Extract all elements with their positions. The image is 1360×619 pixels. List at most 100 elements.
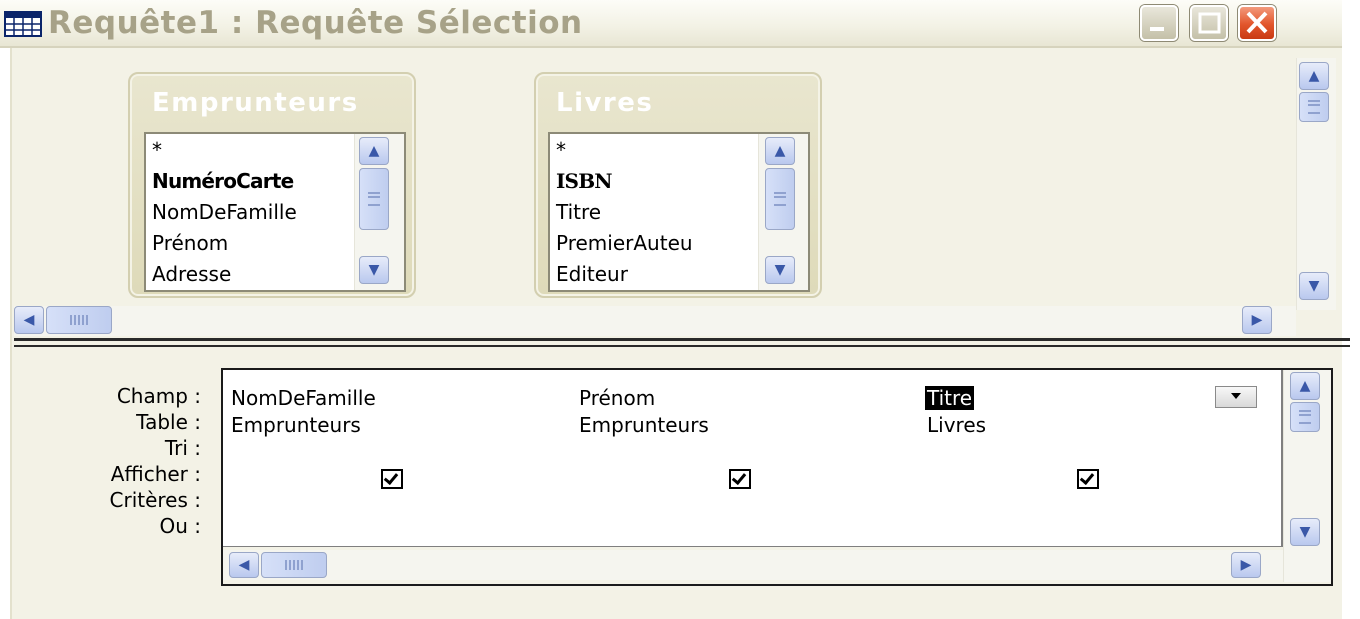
grid-cell-field-selected[interactable]: Titre (919, 384, 1269, 412)
field-list[interactable]: * NuméroCarte NomDeFamille Prénom Adress… (144, 132, 406, 292)
grid-cell-or[interactable] (223, 519, 573, 547)
grid-cell-sort[interactable] (919, 438, 1269, 466)
grip-icon (774, 192, 786, 206)
grid-cell-criteria[interactable] (223, 492, 573, 520)
field-list-scrollbar[interactable]: ▲ ▼ (354, 134, 404, 290)
chevron-up-icon: ▲ (1299, 378, 1311, 394)
scroll-thumb[interactable] (261, 552, 327, 578)
chevron-left-icon: ◀ (238, 557, 250, 573)
query-design-grid[interactable]: NomDeFamille Emprunteurs Prénom Emprunte… (221, 368, 1333, 586)
scroll-right-button[interactable]: ▶ (1242, 306, 1272, 334)
row-label-table: Table : (136, 410, 201, 434)
field-item[interactable]: * (556, 138, 566, 162)
query-window-icon (4, 11, 42, 37)
row-label-tri: Tri : (164, 436, 201, 460)
title-bar[interactable]: Requête1 : Requête Sélection (0, 0, 1342, 48)
field-list-scrollbar[interactable]: ▲ ▼ (758, 134, 808, 290)
maximize-button[interactable] (1190, 5, 1228, 41)
scroll-down-button[interactable]: ▼ (1299, 272, 1329, 300)
chevron-up-icon: ▲ (1308, 68, 1320, 84)
grid-cell-show[interactable] (919, 465, 1269, 493)
grid-cell-table[interactable]: Livres (919, 411, 1269, 439)
cell-text: NomDeFamille (231, 386, 376, 410)
field-item[interactable]: Titre (556, 200, 601, 224)
field-item[interactable]: Prénom (152, 231, 228, 255)
grid-cell-sort[interactable] (571, 438, 921, 466)
column-selector[interactable] (223, 370, 573, 385)
column-selector[interactable] (571, 370, 921, 385)
pane-splitter-line (14, 345, 1350, 347)
scroll-down-button[interactable]: ▼ (359, 256, 389, 284)
grid-horizontal-scrollbar[interactable]: ◀ ▶ (223, 550, 1283, 580)
minimize-button[interactable] (1140, 5, 1178, 41)
grip-icon (70, 315, 88, 325)
table-title: Livres (556, 88, 654, 118)
grid-cell-table[interactable]: Emprunteurs (571, 411, 921, 439)
scroll-up-button[interactable]: ▲ (1299, 62, 1329, 90)
row-label-criteres: Critères : (109, 488, 202, 512)
table-title: Emprunteurs (152, 88, 359, 118)
scroll-thumb[interactable] (359, 168, 389, 230)
grid-cell-field[interactable]: NomDeFamille (223, 384, 573, 412)
field-item[interactable]: * (152, 138, 162, 162)
chevron-right-icon: ▶ (1240, 557, 1252, 573)
row-label-champ: Champ : (116, 384, 201, 408)
window-title: Requête1 : Requête Sélection (48, 5, 583, 41)
cell-text: Livres (927, 413, 987, 437)
pane-splitter[interactable] (14, 338, 1350, 341)
scroll-down-button[interactable]: ▼ (1290, 518, 1320, 546)
chevron-down-icon: ▼ (1299, 524, 1311, 540)
field-item[interactable]: PremierAuteu (556, 231, 693, 255)
chevron-right-icon: ▶ (1251, 312, 1263, 328)
chevron-up-icon: ▲ (368, 143, 380, 159)
grid-cell-table[interactable]: Emprunteurs (223, 411, 573, 439)
table-card-livres[interactable]: Livres * ISBN Titre PremierAuteu Editeur… (534, 72, 822, 298)
table-card-emprunteurs[interactable]: Emprunteurs * NuméroCarte NomDeFamille P… (128, 72, 416, 298)
grip-icon (285, 560, 303, 570)
scroll-thumb[interactable] (765, 168, 795, 230)
grid-cell-criteria[interactable] (919, 492, 1269, 520)
show-checkbox[interactable] (1077, 469, 1099, 489)
close-button[interactable] (1238, 5, 1276, 41)
scroll-up-button[interactable]: ▲ (765, 137, 795, 165)
cell-text: Prénom (579, 386, 656, 410)
column-selector[interactable] (919, 370, 1269, 385)
field-item[interactable]: NomDeFamille (152, 200, 297, 224)
grip-icon (368, 192, 380, 206)
grid-cell-show[interactable] (571, 465, 921, 493)
scroll-left-button[interactable]: ◀ (229, 552, 259, 578)
cell-text-selected: Titre (925, 386, 975, 410)
table-pane-horizontal-scrollbar[interactable]: ◀ ▶ (14, 306, 1296, 336)
grid-cell-field[interactable]: Prénom (571, 384, 921, 412)
grid-vertical-scrollbar[interactable]: ▲ ▼ (1283, 370, 1331, 582)
scroll-thumb[interactable] (1299, 92, 1329, 122)
field-item-primary-key[interactable]: ISBN (556, 169, 613, 193)
field-list[interactable]: * ISBN Titre PremierAuteu Editeur ▲ ▼ (548, 132, 810, 292)
field-dropdown-button[interactable] (1215, 386, 1257, 408)
scroll-thumb[interactable] (1290, 402, 1320, 432)
chevron-down-icon: ▼ (1308, 278, 1320, 294)
grip-icon (1299, 410, 1311, 424)
grip-icon (1308, 100, 1320, 114)
show-checkbox[interactable] (381, 469, 403, 489)
next-empty-column[interactable] (1267, 370, 1283, 547)
scroll-up-button[interactable]: ▲ (359, 137, 389, 165)
field-item-primary-key[interactable]: NuméroCarte (152, 169, 294, 193)
scroll-down-button[interactable]: ▼ (765, 256, 795, 284)
grid-cell-criteria[interactable] (571, 492, 921, 520)
show-checkbox[interactable] (729, 469, 751, 489)
scroll-up-button[interactable]: ▲ (1290, 372, 1320, 400)
grid-cell-or[interactable] (919, 519, 1269, 547)
scroll-right-button[interactable]: ▶ (1231, 552, 1261, 578)
scroll-thumb[interactable] (46, 306, 112, 334)
grid-cell-sort[interactable] (223, 438, 573, 466)
grid-cell-or[interactable] (571, 519, 921, 547)
field-item[interactable]: Adresse (152, 262, 231, 286)
scroll-left-button[interactable]: ◀ (14, 306, 44, 334)
chevron-down-icon: ▼ (368, 262, 380, 278)
field-item[interactable]: Editeur (556, 262, 628, 286)
chevron-down-icon: ▼ (774, 262, 786, 278)
chevron-up-icon: ▲ (774, 143, 786, 159)
grid-cell-show[interactable] (223, 465, 573, 493)
table-pane-vertical-scrollbar[interactable]: ▲ ▼ (1296, 58, 1336, 310)
